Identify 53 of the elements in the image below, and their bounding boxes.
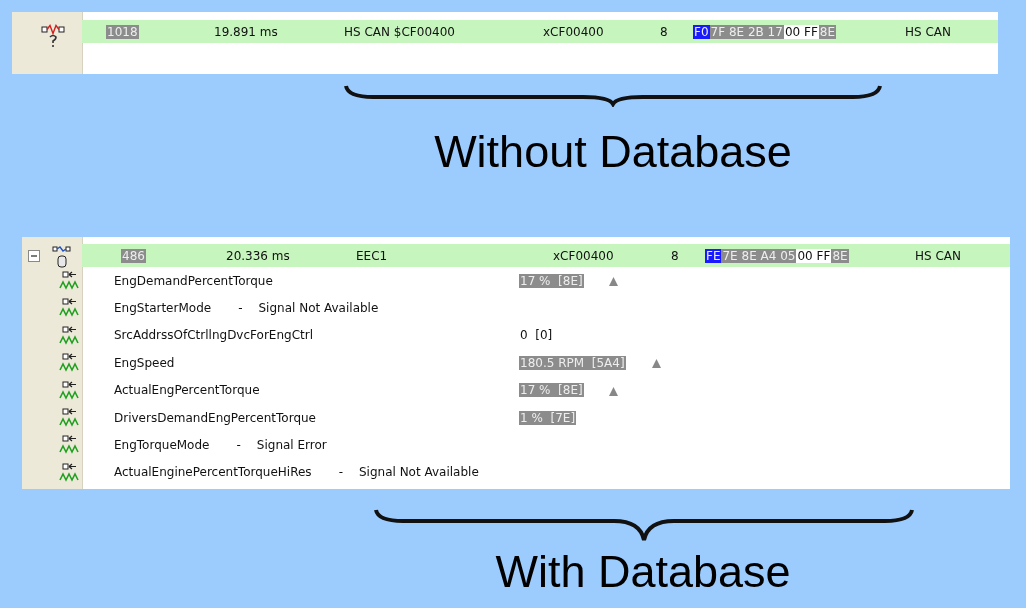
bus-cell-text: HS CAN (915, 248, 963, 263)
signal-icon (59, 298, 79, 319)
message-database-icon (52, 246, 72, 268)
unknown-message-icon (40, 22, 66, 48)
signal-status: Signal Not Available (358, 465, 479, 480)
signal-value: 180.5 RPM [5A4] (519, 355, 626, 370)
bus-cell-text: HS CAN (905, 24, 953, 39)
signal-name: ActualEngPercentTorque (114, 383, 260, 398)
signal-name: ActualEnginePercentTorqueHiRes (114, 465, 312, 480)
signal-icon (59, 407, 79, 428)
signal-icon (59, 271, 79, 291)
signal-status: Signal Error (256, 438, 327, 453)
collapse-icon[interactable] (28, 250, 40, 262)
caption-text: With Database (495, 547, 791, 597)
message-number: 1018 (106, 24, 139, 39)
caption-text: Without Database (434, 127, 792, 177)
data-bytes: 7F 8E 2B 17 (709, 24, 784, 39)
signal-name: EngDemandPercentTorque (114, 273, 273, 288)
signal-name: EngSpeed (114, 355, 175, 370)
signal-value: 17 % [8E] (519, 273, 584, 288)
time-cell-text: 20.336 ms (226, 248, 291, 263)
signal-name: DriversDemandEngPercentTorque (114, 410, 316, 425)
signal-name: SrcAddrssOfCtrllngDvcForEngCtrl (114, 328, 313, 343)
message-name: HS CAN $CF00400 (344, 24, 456, 39)
signal-value: 1 % [7E] (519, 410, 577, 425)
signal-icon (59, 325, 79, 346)
data-bytes: 7E 8E A4 05 (721, 248, 797, 263)
signal-name: EngTorqueMode (114, 438, 210, 453)
dash-text: - (338, 465, 343, 480)
signal-value: 0 [0] (519, 328, 554, 343)
signal-icon (59, 380, 79, 401)
arbitration-id: xCF00400 (553, 248, 615, 263)
data-bytes: FE (705, 248, 722, 263)
data-bytes: 00 FF (796, 248, 832, 263)
signal-status: Signal Not Available (258, 301, 379, 316)
dlc-cell-text: 8 (671, 248, 680, 263)
message-number: 486 (121, 248, 146, 263)
signal-name: EngStarterMode (114, 301, 212, 316)
data-bytes: 00 FF (783, 24, 819, 39)
dlc-cell-text: 8 (660, 24, 669, 39)
data-bytes: 8E (818, 24, 836, 39)
signal-icon (59, 462, 79, 483)
data-bytes: 8E (831, 248, 849, 263)
dash-text: - (236, 438, 241, 453)
signal-icon (59, 353, 79, 374)
message-name: EEC1 (356, 248, 389, 263)
time-cell-text: 19.891 ms (214, 24, 279, 39)
signal-value: 17 % [8E] (519, 383, 584, 398)
data-bytes: F0 (693, 24, 710, 39)
dash-text: - (238, 301, 243, 316)
row-header-gutter (12, 12, 83, 74)
arbitration-id: xCF00400 (543, 24, 605, 39)
signal-icon (59, 435, 79, 456)
